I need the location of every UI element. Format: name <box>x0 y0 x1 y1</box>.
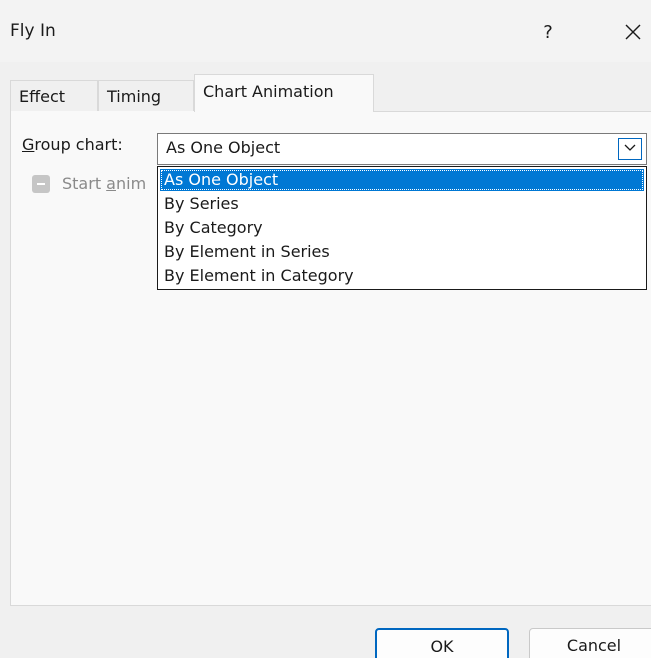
ok-button[interactable]: OK <box>375 628 509 658</box>
start-animation-checkbox[interactable] <box>32 175 50 193</box>
option-by-element-in-series[interactable]: By Element in Series <box>160 241 644 263</box>
title-bar: Fly In ? <box>0 0 651 62</box>
tab-timing[interactable]: Timing <box>98 80 194 111</box>
start-animation-label-rest: nim <box>115 174 147 193</box>
group-chart-label-text: roup chart: <box>34 135 123 154</box>
tab-chart-animation-label: Chart Animation <box>203 82 334 101</box>
cancel-button[interactable]: Cancel <box>529 628 651 658</box>
group-chart-dropdown-list: As One Object By Series By Category By E… <box>157 166 647 290</box>
tab-chart-animation[interactable]: Chart Animation <box>194 74 374 112</box>
close-icon <box>625 24 641 40</box>
tab-effect[interactable]: Effect <box>10 80 98 111</box>
start-animation-label: Start anim <box>62 174 146 193</box>
start-animation-label-start: Start <box>62 174 107 193</box>
dialog-title: Fly In <box>10 21 56 41</box>
help-button[interactable]: ? <box>536 20 560 46</box>
group-chart-selected-value: As One Object <box>166 138 281 157</box>
option-by-element-in-category[interactable]: By Element in Category <box>160 265 644 287</box>
chevron-down-icon <box>624 144 636 151</box>
fly-in-dialog: Fly In ? Effect Timing Chart Animation G… <box>0 0 651 658</box>
dropdown-button[interactable] <box>618 138 642 160</box>
group-chart-mnemonic: G <box>22 135 35 154</box>
group-chart-label: Group chart: <box>22 135 123 154</box>
group-chart-combobox[interactable]: As One Object <box>157 133 647 165</box>
option-by-category[interactable]: By Category <box>160 217 644 239</box>
tab-divider <box>374 111 651 112</box>
option-by-series[interactable]: By Series <box>160 193 644 215</box>
tab-timing-label: Timing <box>107 87 162 106</box>
tab-effect-label: Effect <box>19 87 66 106</box>
option-as-one-object[interactable]: As One Object <box>160 169 644 191</box>
start-animation-mnemonic: a <box>106 174 116 193</box>
tab-strip: Effect Timing Chart Animation <box>10 74 651 112</box>
close-button[interactable] <box>618 16 648 48</box>
